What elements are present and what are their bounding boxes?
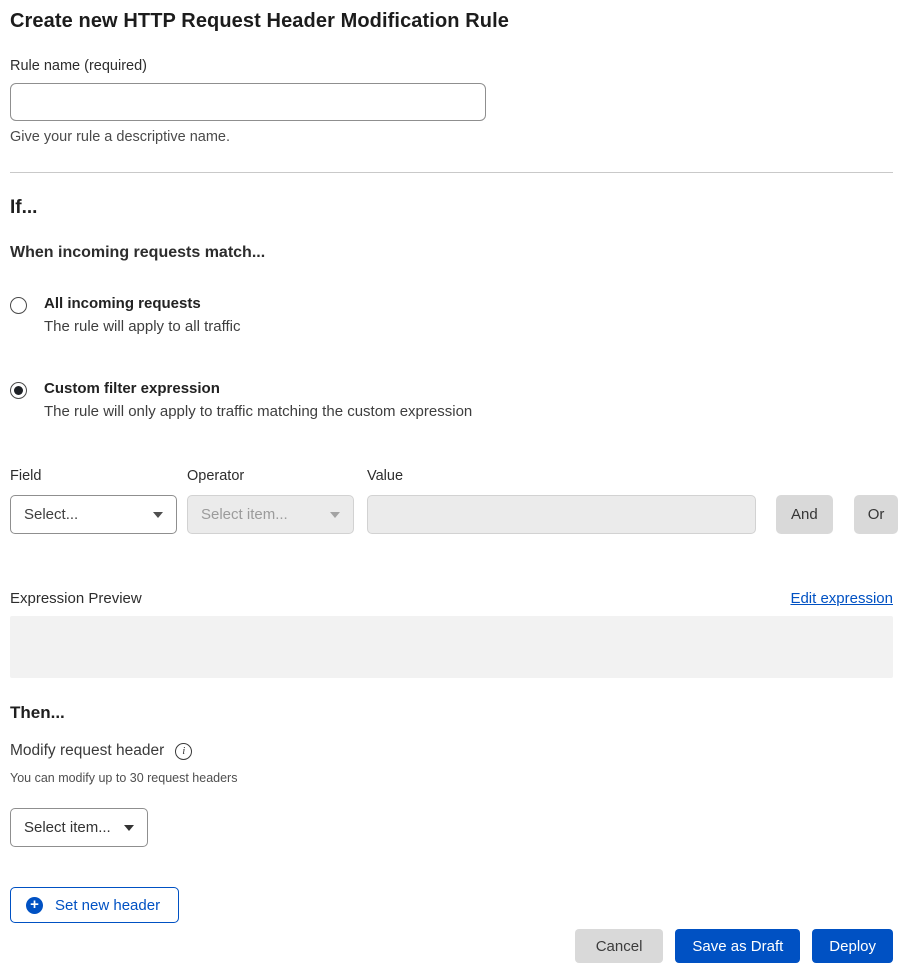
radio-option-custom-filter[interactable]: Custom filter expression The rule will o… xyxy=(10,380,893,420)
expression-preview-box xyxy=(10,616,893,678)
save-as-draft-button[interactable]: Save as Draft xyxy=(675,929,800,963)
set-new-header-label: Set new header xyxy=(55,897,160,914)
field-select[interactable]: Select... xyxy=(10,495,177,534)
expression-preview-label: Expression Preview xyxy=(10,590,142,607)
chevron-down-icon xyxy=(124,825,134,831)
rule-name-input[interactable] xyxy=(10,83,486,121)
operator-select-value: Select item... xyxy=(201,506,288,523)
value-input[interactable] xyxy=(367,495,756,534)
radio-label: Custom filter expression xyxy=(44,380,472,397)
chevron-down-icon xyxy=(330,512,340,518)
if-heading: If... xyxy=(10,197,893,219)
header-item-select[interactable]: Select item... xyxy=(10,808,148,847)
plus-icon: + xyxy=(26,897,43,914)
expression-builder-row: Field Select... Operator Select item... … xyxy=(10,468,893,534)
match-subheading: When incoming requests match... xyxy=(10,244,893,262)
radio-label: All incoming requests xyxy=(44,295,240,312)
rule-name-label: Rule name (required) xyxy=(10,58,893,74)
deploy-button[interactable]: Deploy xyxy=(812,929,893,963)
or-button[interactable]: Or xyxy=(854,495,899,534)
rule-name-helper: Give your rule a descriptive name. xyxy=(10,129,893,145)
radio-button-icon-selected[interactable] xyxy=(10,382,27,399)
value-label: Value xyxy=(367,468,756,484)
field-select-value: Select... xyxy=(24,506,78,523)
modify-request-header-label: Modify request header xyxy=(10,742,164,760)
radio-description: The rule will only apply to traffic matc… xyxy=(44,403,472,420)
header-item-select-value: Select item... xyxy=(24,819,111,836)
radio-description: The rule will apply to all traffic xyxy=(44,318,240,335)
info-icon[interactable]: i xyxy=(175,743,192,760)
radio-button-icon[interactable] xyxy=(10,297,27,314)
radio-option-all-incoming[interactable]: All incoming requests The rule will appl… xyxy=(10,295,893,335)
then-heading: Then... xyxy=(10,703,893,723)
operator-label: Operator xyxy=(187,468,354,484)
section-divider xyxy=(10,172,893,173)
set-new-header-button[interactable]: + Set new header xyxy=(10,887,179,923)
modify-header-helper: You can modify up to 30 request headers xyxy=(10,771,893,785)
cancel-button[interactable]: Cancel xyxy=(575,929,664,963)
edit-expression-link[interactable]: Edit expression xyxy=(790,590,893,607)
create-rule-form: Create new HTTP Request Header Modificat… xyxy=(0,0,899,963)
chevron-down-icon xyxy=(153,512,163,518)
and-button[interactable]: And xyxy=(776,495,833,534)
page-title: Create new HTTP Request Header Modificat… xyxy=(10,10,893,33)
operator-select[interactable]: Select item... xyxy=(187,495,354,534)
footer-actions: Cancel Save as Draft Deploy xyxy=(10,929,893,963)
field-label: Field xyxy=(10,468,177,484)
